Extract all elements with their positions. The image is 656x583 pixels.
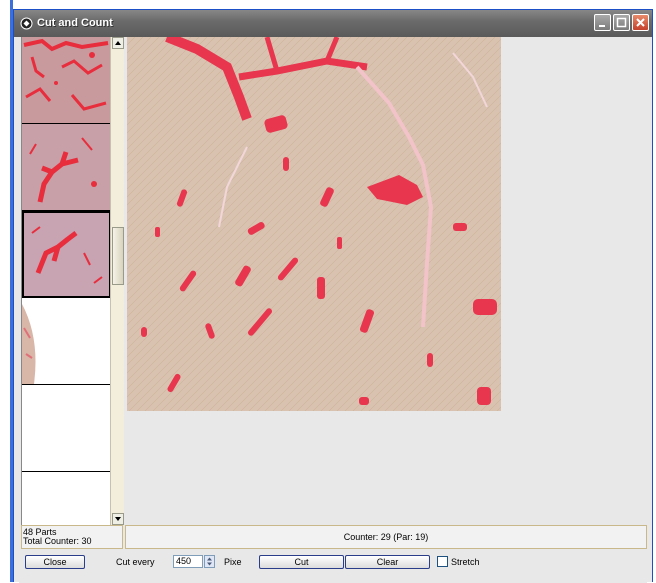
clear-button[interactable]: Clear [345,555,430,569]
cut-button[interactable]: Cut [259,555,344,569]
scroll-down-button[interactable] [112,513,124,525]
cut-every-input[interactable]: 450 [173,555,203,568]
app-window: Cut and Count 48 Parts Total Counter: 30… [13,9,653,583]
spinner-arrows-icon [207,557,212,566]
stretch-label: Stretch [451,557,480,567]
minimize-button[interactable] [594,14,611,31]
total-counter: Total Counter: 30 [23,536,92,546]
minimize-icon [599,25,605,27]
thumbnail-image [22,298,111,384]
maximize-icon [616,17,627,28]
app-icon [20,17,33,30]
unit-label: Pixe [224,557,242,567]
stretch-checkbox[interactable] [437,556,448,567]
thumbnail-scrollbar[interactable] [110,37,124,525]
desktop-edge [0,0,13,582]
arrow-down-icon [115,517,121,521]
scroll-thumb[interactable] [112,227,124,285]
arrow-up-icon [115,41,121,45]
thumbnail-item[interactable] [22,37,111,124]
window-title: Cut and Count [37,17,113,29]
thumbnail-image [22,37,111,123]
cut-every-label: Cut every [116,557,155,567]
close-button[interactable]: Close [25,555,85,569]
thumbnail-list[interactable] [21,37,111,525]
thumbnail-item-selected[interactable] [22,211,111,298]
counter-status: Counter: 29 (Par: 19) [125,525,647,549]
tissue-image [127,37,501,411]
image-canvas[interactable] [125,37,647,525]
close-window-button[interactable] [632,14,649,31]
parts-status: 48 Parts Total Counter: 30 [21,525,123,549]
thumbnail-image [22,124,111,210]
client-area: 48 Parts Total Counter: 30 Counter: 29 (… [19,37,647,583]
title-bar[interactable]: Cut and Count [14,10,652,37]
thumbnail-item[interactable] [22,298,111,385]
thumbnail-item[interactable] [22,124,111,211]
cut-every-spinner[interactable] [204,555,215,568]
close-icon [636,18,645,27]
thumbnail-item[interactable] [22,472,111,525]
scroll-up-button[interactable] [112,37,124,49]
thumbnail-item[interactable] [22,385,111,472]
maximize-button[interactable] [613,14,630,31]
thumbnail-image [24,213,109,296]
